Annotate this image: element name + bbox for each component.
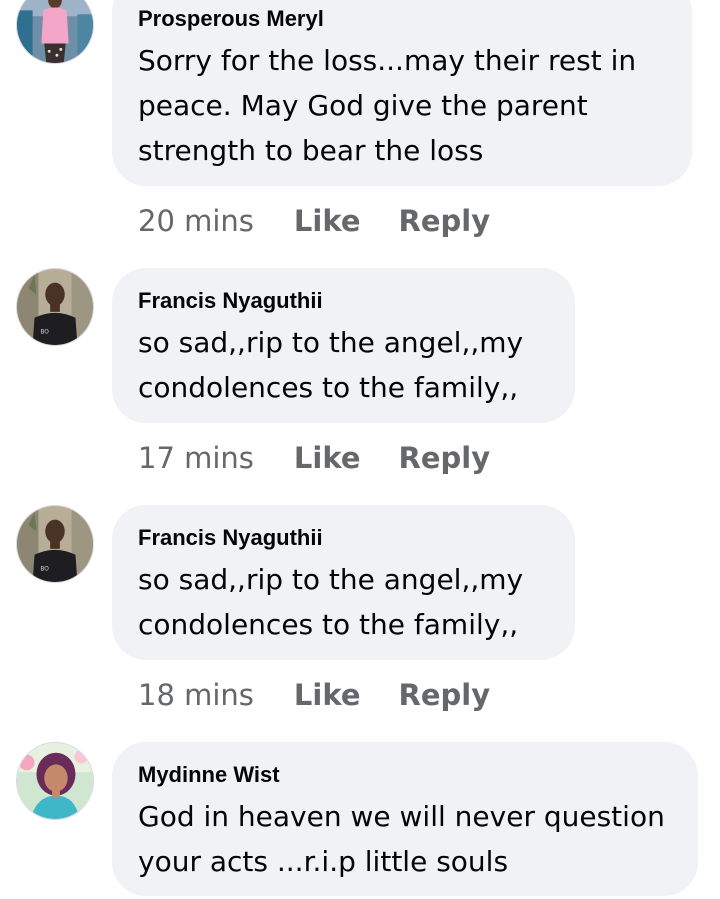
comment-text: so sad,,rip to the angel,,my condolences… xyxy=(138,326,524,404)
comment-author[interactable]: Prosperous Meryl xyxy=(138,6,666,32)
comment-author[interactable]: Mydinne Wist xyxy=(138,762,672,788)
comment-author[interactable]: Francis Nyaguthii xyxy=(138,525,549,551)
person-photo-black-shirt-icon: BO xyxy=(17,506,93,582)
person-photo-pink-dress-icon xyxy=(17,0,93,63)
comment-actions: 20 mins Like Reply xyxy=(138,204,490,238)
person-photo-black-shirt-icon: BO xyxy=(17,269,93,345)
comment-timestamp[interactable]: 20 mins xyxy=(138,204,254,238)
comment-author[interactable]: Francis Nyaguthii xyxy=(138,288,549,314)
reply-button[interactable]: Reply xyxy=(399,441,491,475)
comment-timestamp[interactable]: 18 mins xyxy=(138,678,254,712)
like-button[interactable]: Like xyxy=(294,678,361,712)
svg-text:BO: BO xyxy=(40,329,49,335)
comment-text: Sorry for the loss...may their rest in p… xyxy=(138,44,637,167)
svg-text:BO: BO xyxy=(40,566,49,572)
like-button[interactable]: Like xyxy=(294,441,361,475)
comment-text: so sad,,rip to the angel,,my condolences… xyxy=(138,563,524,641)
reply-button[interactable]: Reply xyxy=(399,678,491,712)
comment-bubble[interactable]: Francis Nyaguthii so sad,,rip to the ang… xyxy=(112,268,575,423)
avatar[interactable]: BO xyxy=(16,505,94,583)
avatar[interactable] xyxy=(16,742,94,820)
avatar[interactable]: BO xyxy=(16,268,94,346)
comment-actions: 18 mins Like Reply xyxy=(138,678,490,712)
comment-text: God in heaven we will never question you… xyxy=(138,800,665,878)
comment-thread: Prosperous Meryl Sorry for the loss...ma… xyxy=(0,0,720,899)
reply-button[interactable]: Reply xyxy=(399,204,491,238)
comment-bubble[interactable]: Mydinne Wist God in heaven we will never… xyxy=(112,742,698,896)
comment-bubble[interactable]: Francis Nyaguthii so sad,,rip to the ang… xyxy=(112,505,575,660)
avatar[interactable] xyxy=(16,0,94,64)
person-photo-purple-hair-icon xyxy=(17,743,93,819)
comment-timestamp[interactable]: 17 mins xyxy=(138,441,254,475)
like-button[interactable]: Like xyxy=(294,204,361,238)
comment-actions: 17 mins Like Reply xyxy=(138,441,490,475)
comment-bubble[interactable]: Prosperous Meryl Sorry for the loss...ma… xyxy=(112,0,692,186)
